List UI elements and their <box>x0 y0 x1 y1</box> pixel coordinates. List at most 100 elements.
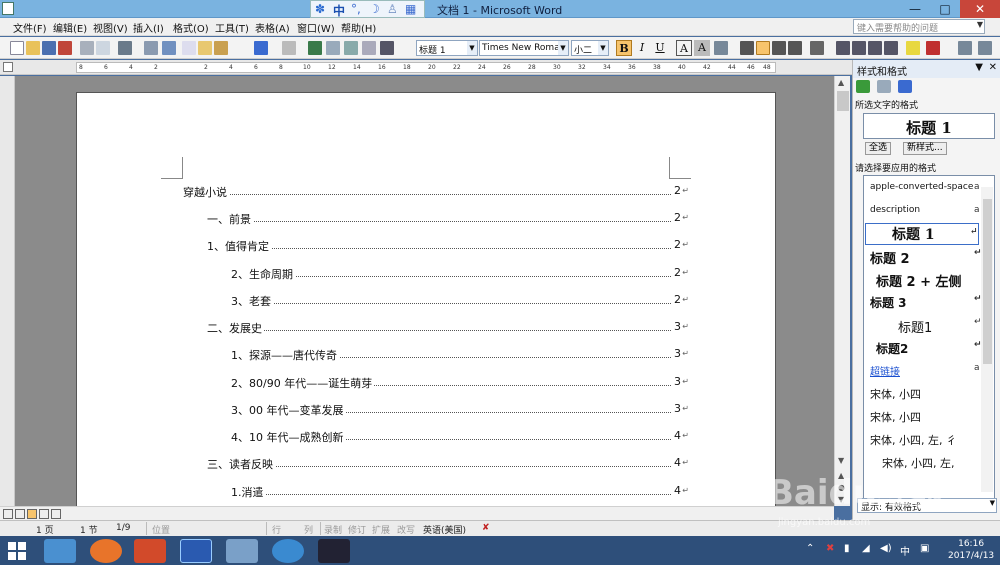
hyperlink-icon[interactable] <box>308 41 322 55</box>
justify-icon[interactable] <box>788 41 802 55</box>
windows-start-icon[interactable] <box>8 542 26 560</box>
menu-insert[interactable]: 插入(I) <box>133 20 164 35</box>
normal-view-button[interactable] <box>3 509 13 519</box>
battery-icon[interactable]: ▮ <box>844 543 850 554</box>
pane-menu-icon[interactable]: ▼ <box>975 62 983 73</box>
character-border-button[interactable]: A <box>676 40 692 56</box>
insert-excel-icon[interactable] <box>362 41 376 55</box>
tray-expand-icon[interactable]: ⌃ <box>806 543 814 554</box>
character-shading-button[interactable]: A <box>694 40 710 56</box>
user-icon[interactable]: ♙ <box>387 2 398 16</box>
notification-icon[interactable]: ▣ <box>920 543 929 554</box>
scroll-up-icon[interactable]: ▲ <box>838 78 844 87</box>
maximize-button[interactable]: □ <box>930 0 960 18</box>
toc-entry[interactable]: 3、00 年代—变革发展 3 ↵ <box>231 402 689 418</box>
style-item[interactable]: 宋体, 小四 <box>870 409 921 425</box>
punctuation-icon[interactable]: °, <box>351 2 361 16</box>
menu-window[interactable]: 窗口(W) <box>297 20 335 35</box>
ime-toolbar[interactable]: ✽ 中 °, ☽ ♙ ▦ <box>310 0 425 18</box>
toc-entry[interactable]: 3、老套 2 ↵ <box>231 293 689 309</box>
numbering-icon[interactable] <box>836 41 850 55</box>
bullets-icon[interactable] <box>852 41 866 55</box>
spelling-icon[interactable] <box>118 41 132 55</box>
style-list[interactable]: apple-converted-space a description a 标题… <box>863 175 995 501</box>
grid-icon[interactable]: ▦ <box>405 2 416 16</box>
print-icon[interactable] <box>80 41 94 55</box>
chevron-down-icon[interactable]: ▼ <box>990 499 995 507</box>
style-item[interactable]: 宋体, 小四 <box>870 386 921 402</box>
italic-button[interactable]: I <box>634 40 650 56</box>
scroll-thumb[interactable] <box>983 199 992 364</box>
status-track-changes[interactable]: 修订 <box>348 523 366 536</box>
taskbar-ime-indicator[interactable]: 中 <box>900 543 910 558</box>
underline-button[interactable]: U <box>652 40 668 56</box>
tables-borders-icon[interactable] <box>326 41 340 55</box>
highlight-icon[interactable] <box>906 41 920 55</box>
minimize-button[interactable]: — <box>900 0 930 18</box>
menu-help[interactable]: 帮助(H) <box>341 20 376 35</box>
style-item[interactable]: apple-converted-space a <box>870 182 980 192</box>
line-spacing-icon[interactable] <box>810 41 824 55</box>
menu-tools[interactable]: 工具(T) <box>215 20 249 35</box>
bold-button[interactable]: B <box>616 40 632 56</box>
menu-view[interactable]: 视图(V) <box>93 20 128 35</box>
vertical-ruler[interactable] <box>0 76 15 506</box>
status-extend[interactable]: 扩展 <box>372 523 390 536</box>
chevron-down-icon[interactable]: ▼ <box>977 20 983 29</box>
tab-selector[interactable] <box>3 62 13 72</box>
word-app-icon[interactable] <box>2 2 14 15</box>
font-color-icon[interactable] <box>926 41 940 55</box>
browser-icon[interactable] <box>272 539 304 563</box>
format-painter-icon[interactable] <box>214 41 228 55</box>
style-item[interactable]: 标题 2 + 左侧 <box>876 271 962 290</box>
style-item[interactable]: 超链接 a <box>870 363 980 378</box>
toc-entry[interactable]: 1、探源——唐代传奇 3 ↵ <box>231 347 689 363</box>
print-view-button[interactable] <box>27 509 37 519</box>
save-icon[interactable] <box>42 41 56 55</box>
forward-icon[interactable] <box>877 80 891 93</box>
status-record[interactable]: 录制 <box>324 523 342 536</box>
toc-entry[interactable]: 三、读者反映 4 ↵ <box>207 456 689 472</box>
network-icon[interactable]: ◢ <box>862 543 870 554</box>
back-icon[interactable] <box>856 80 870 93</box>
tray-alert-icon[interactable]: ✖ <box>826 543 834 554</box>
style-item[interactable]: 标题2 ↵ <box>876 340 982 357</box>
document-page[interactable]: 穿越小说 2 ↵ 一、前景 2 ↵ 1、值得肯定 2 ↵ 2、生命周期 2 ↵ … <box>76 92 776 512</box>
select-all-button[interactable]: 全选 <box>865 142 892 155</box>
copy-icon[interactable] <box>182 41 196 55</box>
permission-icon[interactable] <box>58 41 72 55</box>
columns-icon[interactable] <box>380 41 394 55</box>
help-search-input[interactable]: 键入需要帮助的问题 ▼ <box>853 19 985 34</box>
style-item[interactable]: 标题 3 ↵ <box>870 294 982 311</box>
toc-entry[interactable]: 1、值得肯定 2 ↵ <box>207 238 689 254</box>
font-combo[interactable]: Times New Roman ▼ <box>479 40 569 56</box>
horizontal-ruler[interactable]: 8 6 4 2 2 4 6 8 10 12 14 16 18 20 22 24 … <box>76 62 776 73</box>
font-size-combo[interactable]: 小二 ▼ <box>571 40 609 56</box>
undo-icon[interactable] <box>254 41 268 55</box>
style-item-selected[interactable]: 标题 1 ↵ <box>865 223 979 245</box>
paste-icon[interactable] <box>198 41 212 55</box>
phonetic-guide-icon[interactable] <box>958 41 972 55</box>
ime-mode-indicator[interactable]: 中 <box>333 2 345 19</box>
status-overtype[interactable]: 改写 <box>397 523 415 536</box>
selected-style-box[interactable]: 标题 1 <box>863 113 995 139</box>
close-button[interactable]: ✕ <box>960 0 1000 18</box>
toc-entry[interactable]: 2、生命周期 2 ↵ <box>231 266 689 282</box>
firefox-icon[interactable] <box>90 539 122 563</box>
toc-entry[interactable]: 2、80/90 年代——诞生萌芽 3 ↵ <box>231 375 689 391</box>
style-item[interactable]: 标题 2 ↵ <box>870 248 982 267</box>
home-icon[interactable] <box>898 80 912 93</box>
paint-icon[interactable] <box>226 539 258 563</box>
paw-icon[interactable]: ✽ <box>315 2 325 16</box>
open-folder-icon[interactable] <box>26 41 40 55</box>
increase-indent-icon[interactable] <box>884 41 898 55</box>
toc-entry[interactable]: 二、发展史 3 ↵ <box>207 320 689 336</box>
outline-view-button[interactable] <box>39 509 49 519</box>
new-document-icon[interactable] <box>10 41 24 55</box>
word-taskbar-icon[interactable] <box>180 539 212 563</box>
style-combo[interactable]: 标题 1 ▼ <box>416 40 478 56</box>
powerpoint-icon[interactable] <box>134 539 166 563</box>
app-icon[interactable] <box>318 539 350 563</box>
style-item[interactable]: 宋体, 小四, 左, 彳 <box>870 432 957 448</box>
web-view-button[interactable] <box>15 509 25 519</box>
